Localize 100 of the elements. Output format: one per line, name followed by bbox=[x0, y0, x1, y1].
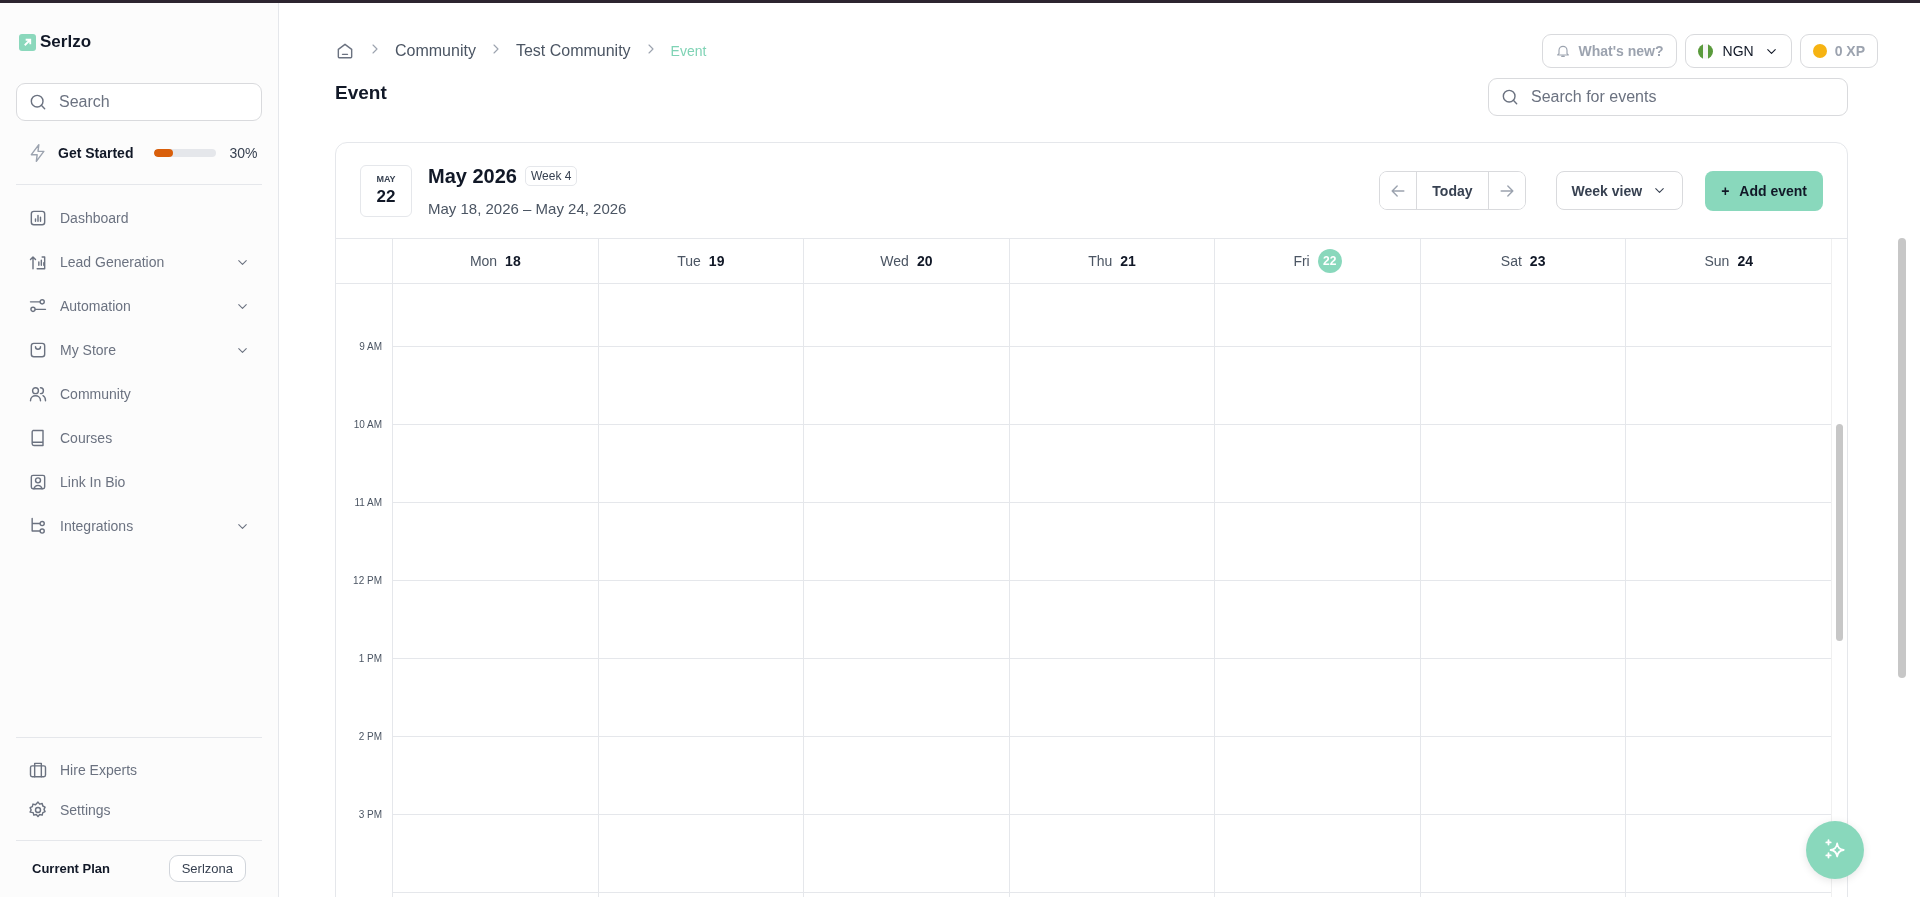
plan-label: Current Plan bbox=[32, 861, 110, 876]
calendar-cell[interactable] bbox=[1214, 581, 1420, 659]
sidebar-item[interactable]: Settings bbox=[16, 790, 262, 830]
sidebar-item[interactable]: Integrations bbox=[16, 504, 262, 548]
calendar-cell[interactable] bbox=[597, 581, 804, 659]
day-header: Wed 20 bbox=[803, 239, 1009, 284]
calendar-cell[interactable] bbox=[392, 347, 598, 425]
day-header: Sat 23 bbox=[1419, 239, 1626, 284]
logo-icon bbox=[19, 33, 36, 51]
date-range: May 18, 2026 – May 24, 2026 bbox=[428, 199, 628, 217]
month-title: May 2026 bbox=[428, 164, 517, 188]
calendar-cell[interactable] bbox=[803, 581, 1009, 659]
calendar-cell[interactable] bbox=[1214, 737, 1420, 815]
sidebar-item[interactable]: Hire Experts bbox=[16, 750, 262, 790]
today-button[interactable]: Today bbox=[1416, 172, 1489, 209]
calendar-cell[interactable] bbox=[392, 737, 598, 815]
calendar-cell[interactable] bbox=[392, 659, 598, 737]
calendar-cell[interactable] bbox=[1419, 815, 1626, 893]
logo-text: Serlzo bbox=[40, 32, 92, 52]
ai-assistant-button[interactable] bbox=[1806, 821, 1864, 879]
shopping-bag-icon bbox=[28, 340, 48, 360]
sidebar-item[interactable]: Link In Bio bbox=[16, 460, 262, 504]
calendar-cell[interactable] bbox=[1625, 659, 1831, 737]
calendar-cell[interactable] bbox=[1214, 284, 1420, 347]
calendar-cell[interactable] bbox=[803, 815, 1009, 893]
calendar-cell[interactable] bbox=[1419, 503, 1626, 581]
calendar-cell[interactable] bbox=[803, 347, 1009, 425]
sidebar-item[interactable]: Courses bbox=[16, 416, 262, 460]
sidebar-item[interactable]: Automation bbox=[16, 284, 262, 328]
add-event-button[interactable]: + Add event bbox=[1705, 170, 1823, 211]
date-badge: MAY 22 bbox=[360, 164, 412, 217]
briefcase-icon bbox=[28, 760, 48, 780]
calendar-cell[interactable] bbox=[392, 425, 598, 503]
day-header: Sun 24 bbox=[1625, 239, 1831, 284]
breadcrumb-link[interactable]: Test Community bbox=[515, 42, 631, 60]
whats-new-button[interactable]: What's new? bbox=[1541, 34, 1677, 68]
scrollbar-thumb[interactable] bbox=[1898, 238, 1906, 678]
breadcrumb-link[interactable]: Community bbox=[395, 42, 476, 60]
calendar-cell[interactable] bbox=[1214, 815, 1420, 893]
calendar-cell[interactable] bbox=[597, 659, 804, 737]
time-label: 3 PM bbox=[358, 809, 382, 821]
search-field[interactable]: Search bbox=[16, 83, 262, 121]
calendar-cell[interactable] bbox=[392, 815, 598, 893]
calendar-cell[interactable] bbox=[392, 581, 598, 659]
calendar-cell[interactable] bbox=[597, 815, 804, 893]
calendar-cell[interactable] bbox=[1625, 425, 1831, 503]
calendar-cell[interactable] bbox=[1419, 347, 1626, 425]
calendar-cell[interactable] bbox=[1625, 737, 1831, 815]
calendar-cell[interactable] bbox=[1008, 425, 1215, 503]
sidebar-item[interactable]: My Store bbox=[16, 328, 262, 372]
sidebar-item[interactable]: Lead Generation bbox=[16, 240, 262, 284]
xp-badge[interactable]: 0 XP bbox=[1799, 34, 1878, 68]
calendar-cell[interactable] bbox=[1008, 737, 1215, 815]
calendar-cell[interactable] bbox=[597, 425, 804, 503]
bar-chart-icon bbox=[28, 208, 48, 228]
calendar-cell[interactable] bbox=[1419, 425, 1626, 503]
calendar-cell[interactable] bbox=[1419, 659, 1626, 737]
day-header: Mon 18 bbox=[392, 239, 598, 284]
calendar-cell[interactable] bbox=[1008, 284, 1215, 347]
calendar-cell[interactable] bbox=[1625, 581, 1831, 659]
calendar-cell[interactable] bbox=[803, 284, 1009, 347]
calendar-cell[interactable] bbox=[597, 737, 804, 815]
calendar-cell[interactable] bbox=[1008, 659, 1215, 737]
page-title: Event bbox=[335, 82, 387, 104]
calendar-cell[interactable] bbox=[1214, 503, 1420, 581]
calendar-cell[interactable] bbox=[1008, 815, 1215, 893]
time-label: 2 PM bbox=[358, 731, 382, 743]
calendar-cell[interactable] bbox=[1214, 347, 1420, 425]
calendar-cell[interactable] bbox=[1214, 659, 1420, 737]
time-label: 9 AM bbox=[359, 341, 382, 353]
day-header: Thu 21 bbox=[1008, 239, 1215, 284]
calendar-cell[interactable] bbox=[1419, 581, 1626, 659]
calendar-cell[interactable] bbox=[1008, 581, 1215, 659]
calendar-cell[interactable] bbox=[597, 503, 804, 581]
calendar-cell[interactable] bbox=[803, 425, 1009, 503]
scrollbar-thumb[interactable] bbox=[1836, 424, 1843, 641]
time-label: 12 PM bbox=[353, 575, 382, 587]
view-selector[interactable]: Week view bbox=[1555, 171, 1684, 210]
calendar-cell[interactable] bbox=[803, 659, 1009, 737]
calendar-cell[interactable] bbox=[1419, 284, 1626, 347]
calendar-cell[interactable] bbox=[1008, 503, 1215, 581]
sidebar-item[interactable]: Community bbox=[16, 372, 262, 416]
currency-selector[interactable]: NGN bbox=[1684, 34, 1792, 68]
time-label: 1 PM bbox=[358, 653, 382, 665]
calendar-cell[interactable] bbox=[803, 737, 1009, 815]
calendar-cell[interactable] bbox=[597, 347, 804, 425]
sidebar-item[interactable]: Dashboard bbox=[16, 196, 262, 240]
calendar-cell[interactable] bbox=[1419, 737, 1626, 815]
event-search-field[interactable]: Search for events bbox=[1488, 78, 1848, 116]
calendar-cell[interactable] bbox=[1625, 284, 1831, 347]
calendar-cell[interactable] bbox=[1008, 347, 1215, 425]
calendar-cell[interactable] bbox=[1214, 425, 1420, 503]
calendar-cell[interactable] bbox=[392, 503, 598, 581]
home-icon bbox=[335, 41, 355, 61]
time-label: 11 AM bbox=[354, 497, 382, 509]
calendar-cell[interactable] bbox=[392, 284, 598, 347]
calendar-cell[interactable] bbox=[1625, 503, 1831, 581]
calendar-cell[interactable] bbox=[597, 284, 804, 347]
calendar-cell[interactable] bbox=[803, 503, 1009, 581]
calendar-cell[interactable] bbox=[1625, 347, 1831, 425]
